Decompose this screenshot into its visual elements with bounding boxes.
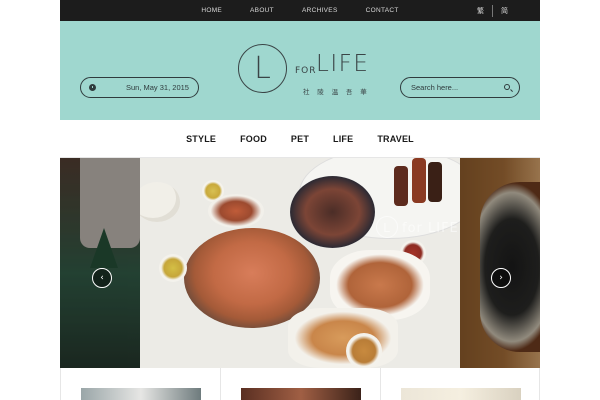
chevron-right-icon[interactable]: › xyxy=(491,268,511,288)
post-card[interactable] xyxy=(60,368,220,400)
search-box xyxy=(400,77,520,98)
clock-icon xyxy=(89,84,96,91)
topnav-contact[interactable]: CONTACT xyxy=(352,0,413,21)
site-header: Sun, May 31, 2015 L FOR LIFE 社 陵 温 吾 華 xyxy=(60,21,540,120)
site-logo[interactable]: L FOR LIFE 社 陵 温 吾 華 xyxy=(236,43,371,98)
category-pet[interactable]: PET xyxy=(291,134,309,144)
logo-letter: L xyxy=(254,51,271,86)
language-switcher: 繁 简 xyxy=(477,0,508,21)
category-food[interactable]: FOOD xyxy=(240,134,267,144)
topnav-archives[interactable]: ARCHIVES xyxy=(288,0,352,21)
lang-divider xyxy=(492,4,493,17)
bottle xyxy=(394,166,408,206)
bottle xyxy=(428,162,442,202)
topnav-home[interactable]: HOME xyxy=(187,0,236,21)
logo-life: LIFE xyxy=(316,51,370,77)
lang-simplified[interactable]: 简 xyxy=(501,6,508,16)
sauce-bottles xyxy=(394,158,444,218)
watermark-letter: L xyxy=(376,216,398,238)
top-bar: HOME ABOUT ARCHIVES CONTACT 繁 简 xyxy=(60,0,540,21)
top-nav: HOME ABOUT ARCHIVES CONTACT xyxy=(60,0,540,21)
lang-traditional[interactable]: 繁 xyxy=(477,6,484,16)
search-input[interactable] xyxy=(411,83,497,92)
post-thumbnail[interactable] xyxy=(401,388,521,400)
slide-prev-overlay xyxy=(60,158,140,368)
dish-small xyxy=(208,194,264,228)
search-icon[interactable] xyxy=(504,84,510,90)
page-gutter-left xyxy=(0,0,60,400)
post-thumbnail[interactable] xyxy=(241,388,361,400)
category-style[interactable]: STYLE xyxy=(186,134,216,144)
bottle xyxy=(412,158,426,203)
teapot xyxy=(140,182,180,222)
post-thumbnail[interactable] xyxy=(81,388,201,400)
category-travel[interactable]: TRAVEL xyxy=(377,134,414,144)
sauce-cup xyxy=(346,333,382,368)
topnav-about[interactable]: ABOUT xyxy=(236,0,288,21)
slide-current-image[interactable]: Lfor LIFE xyxy=(140,158,460,368)
featured-slider: Lfor LIFE ‹ › xyxy=(60,158,540,368)
post-card[interactable] xyxy=(380,368,540,400)
logo-for: FOR xyxy=(295,66,317,76)
tea-cup xyxy=(159,254,187,282)
watermark-text: for LIFE xyxy=(402,221,459,236)
page-gutter-right xyxy=(540,0,600,400)
current-date: Sun, May 31, 2015 xyxy=(126,83,189,92)
date-display: Sun, May 31, 2015 xyxy=(80,77,199,98)
category-life[interactable]: LIFE xyxy=(333,134,353,144)
category-nav: STYLE FOOD PET LIFE TRAVEL xyxy=(60,120,540,158)
page-wrapper: HOME ABOUT ARCHIVES CONTACT 繁 简 Sun, May… xyxy=(60,0,540,400)
post-cards xyxy=(60,368,540,400)
dish-rolls xyxy=(288,308,398,368)
photo-watermark: Lfor LIFE xyxy=(376,216,459,238)
slide-next-overlay xyxy=(460,158,540,368)
dish-clams xyxy=(290,176,375,248)
chevron-left-icon[interactable]: ‹ xyxy=(92,268,112,288)
logo-tagline: 社 陵 温 吾 華 xyxy=(303,89,370,96)
post-card[interactable] xyxy=(220,368,380,400)
